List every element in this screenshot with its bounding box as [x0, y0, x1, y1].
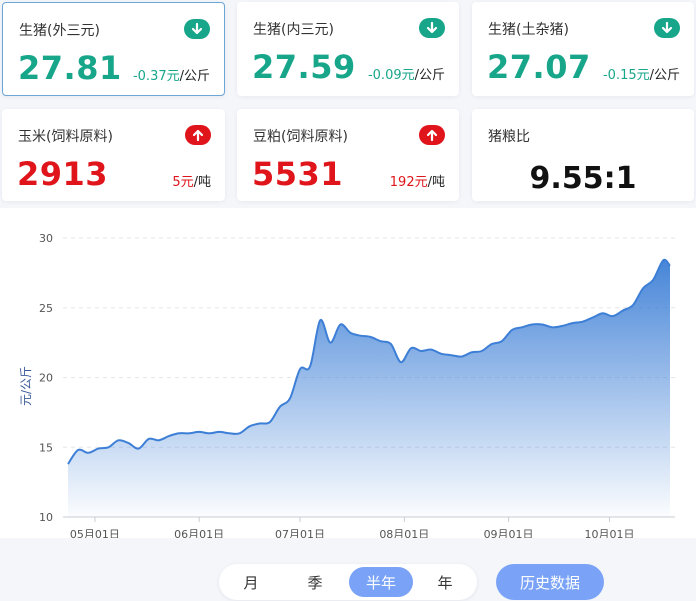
price-card-pig-outer[interactable]: 生猪(外三元) 27.81 -0.37元/公斤: [2, 2, 225, 96]
card-change: 192元/吨: [389, 175, 445, 190]
card-value: 27.07: [487, 48, 591, 86]
x-tick-label: 09月01日: [484, 528, 534, 538]
price-area: [68, 259, 670, 517]
price-area-chart: 10 15 20 25 30 05月01日 06月01日 07月01日 08月01日 09月01…: [19, 232, 675, 541]
card-change: 5元/吨: [172, 175, 211, 190]
arrow-up-icon: [185, 125, 211, 145]
card-title: 生猪(土杂猪): [488, 22, 569, 38]
price-card-pig-inner[interactable]: 生猪(内三元) 27.59 -0.09元/公斤: [237, 2, 459, 96]
tab-half-year[interactable]: 半年: [349, 567, 413, 597]
x-tick-label: 07月01日: [275, 528, 325, 538]
arrow-down-icon: [184, 19, 210, 39]
card-title: 生猪(内三元): [253, 22, 334, 38]
card-change: -0.15元/公斤: [602, 68, 680, 83]
card-value: 27.81: [18, 49, 122, 87]
card-value: 5531: [252, 155, 344, 193]
y-tick-label: 20: [39, 372, 53, 385]
ratio-card-pig-grain[interactable]: 猪粮比 9.55:1: [472, 109, 694, 201]
y-axis-label: 元/公斤: [19, 366, 33, 406]
arrow-down-icon: [654, 18, 680, 38]
y-tick-label: 15: [39, 441, 53, 454]
ratio-value: 9.55:1: [529, 161, 637, 196]
card-title: 生猪(外三元): [19, 23, 100, 39]
x-tick-label: 10月01日: [584, 528, 634, 538]
x-tick-label: 05月01日: [70, 528, 120, 538]
price-card-corn[interactable]: 玉米(饲料原料) 2913 5元/吨: [2, 109, 225, 201]
price-card-pig-native[interactable]: 生猪(土杂猪) 27.07 -0.15元/公斤: [472, 2, 694, 96]
card-change: -0.37元/公斤: [132, 69, 210, 84]
card-title: 玉米(饲料原料): [18, 129, 113, 145]
arrow-down-icon: [419, 18, 445, 38]
y-tick-label: 25: [39, 302, 53, 315]
y-tick-label: 10: [39, 511, 53, 524]
card-title: 猪粮比: [488, 129, 530, 145]
price-card-soybean-meal[interactable]: 豆粕(饲料原料) 5531 192元/吨: [237, 109, 459, 201]
card-value: 27.59: [252, 48, 356, 86]
history-data-button[interactable]: 历史数据: [496, 564, 604, 600]
x-tick-label: 08月01日: [379, 528, 429, 538]
card-change: -0.09元/公斤: [367, 68, 445, 83]
tab-quarter[interactable]: 季: [283, 567, 347, 597]
tab-month[interactable]: 月: [219, 567, 283, 597]
x-tick-label: 06月01日: [174, 528, 224, 538]
price-chart-panel: 10 15 20 25 30 05月01日 06月01日 07月01日 08月01日 09月01…: [0, 208, 696, 541]
y-tick-label: 30: [39, 232, 53, 245]
tab-year[interactable]: 年: [413, 567, 477, 597]
period-tabs: 月 季 半年 年: [219, 564, 477, 600]
arrow-up-icon: [419, 125, 445, 145]
card-value: 2913: [17, 155, 109, 193]
card-title: 豆粕(饲料原料): [253, 129, 348, 145]
